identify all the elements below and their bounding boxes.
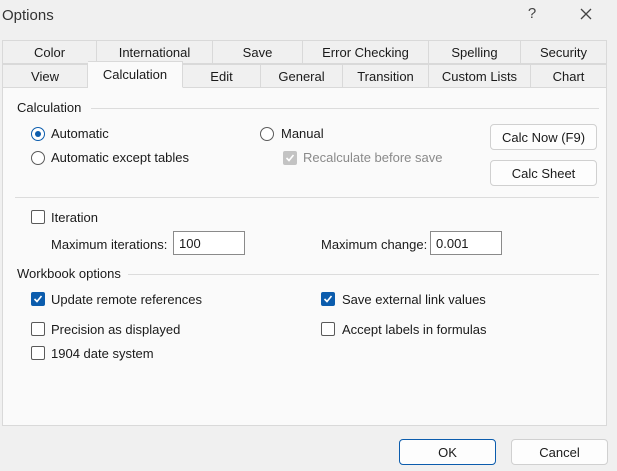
tab-transition[interactable]: Transition: [343, 64, 429, 88]
workbook-options-label: Workbook options: [17, 266, 121, 281]
tab-general[interactable]: General: [261, 64, 343, 88]
tab-error-checking[interactable]: Error Checking: [303, 40, 429, 64]
calculation-section-label: Calculation: [17, 100, 82, 115]
tab-calculation[interactable]: Calculation: [88, 61, 183, 88]
tab-chart[interactable]: Chart: [531, 64, 607, 88]
tab-custom-lists[interactable]: Custom Lists: [429, 64, 531, 88]
automatic-radio[interactable]: [31, 127, 45, 141]
precision-as-displayed-checkbox[interactable]: [31, 322, 45, 336]
calculation-panel: Calculation Automatic Automatic except t…: [2, 87, 607, 426]
tab-view[interactable]: View: [2, 64, 88, 88]
recalculate-before-save-checkbox: [283, 151, 297, 165]
date-system-1904-label[interactable]: 1904 date system: [51, 346, 154, 361]
automatic-except-tables-label[interactable]: Automatic except tables: [51, 150, 189, 165]
automatic-label[interactable]: Automatic: [51, 126, 109, 141]
accept-labels-in-formulas-checkbox[interactable]: [321, 322, 335, 336]
tab-edit[interactable]: Edit: [183, 64, 261, 88]
accept-labels-in-formulas-label[interactable]: Accept labels in formulas: [342, 322, 487, 337]
tab-row-bottom: View Calculation Edit General Transition…: [2, 61, 607, 88]
iteration-label[interactable]: Iteration: [51, 210, 98, 225]
max-iterations-input[interactable]: 100: [173, 231, 245, 255]
title-bar: Options ?: [0, 0, 617, 32]
calc-sheet-button[interactable]: Calc Sheet: [490, 160, 597, 186]
tab-color[interactable]: Color: [2, 40, 97, 64]
date-system-1904-checkbox[interactable]: [31, 346, 45, 360]
tab-save[interactable]: Save: [213, 40, 303, 64]
manual-radio[interactable]: [260, 127, 274, 141]
ok-button[interactable]: OK: [399, 439, 496, 465]
precision-as-displayed-label[interactable]: Precision as displayed: [51, 322, 180, 337]
save-external-link-values-label[interactable]: Save external link values: [342, 292, 486, 307]
calc-now-button[interactable]: Calc Now (F9): [490, 124, 597, 150]
max-change-label: Maximum change:: [321, 237, 428, 252]
divider: [128, 274, 599, 275]
manual-label[interactable]: Manual: [281, 126, 324, 141]
iteration-checkbox[interactable]: [31, 210, 45, 224]
max-change-input[interactable]: 0.001: [430, 231, 502, 255]
update-remote-references-label[interactable]: Update remote references: [51, 292, 202, 307]
tab-spelling[interactable]: Spelling: [429, 40, 521, 64]
help-button[interactable]: ?: [522, 5, 542, 25]
divider: [91, 108, 599, 109]
update-remote-references-checkbox[interactable]: [31, 292, 45, 306]
tab-security[interactable]: Security: [521, 40, 607, 64]
automatic-except-tables-radio[interactable]: [31, 151, 45, 165]
divider: [15, 197, 599, 198]
recalculate-before-save-label: Recalculate before save: [303, 150, 443, 165]
cancel-button[interactable]: Cancel: [511, 439, 608, 465]
dialog-title: Options: [2, 7, 54, 24]
max-iterations-label: Maximum iterations:: [51, 237, 168, 252]
close-icon[interactable]: [578, 6, 598, 26]
save-external-link-values-checkbox[interactable]: [321, 292, 335, 306]
